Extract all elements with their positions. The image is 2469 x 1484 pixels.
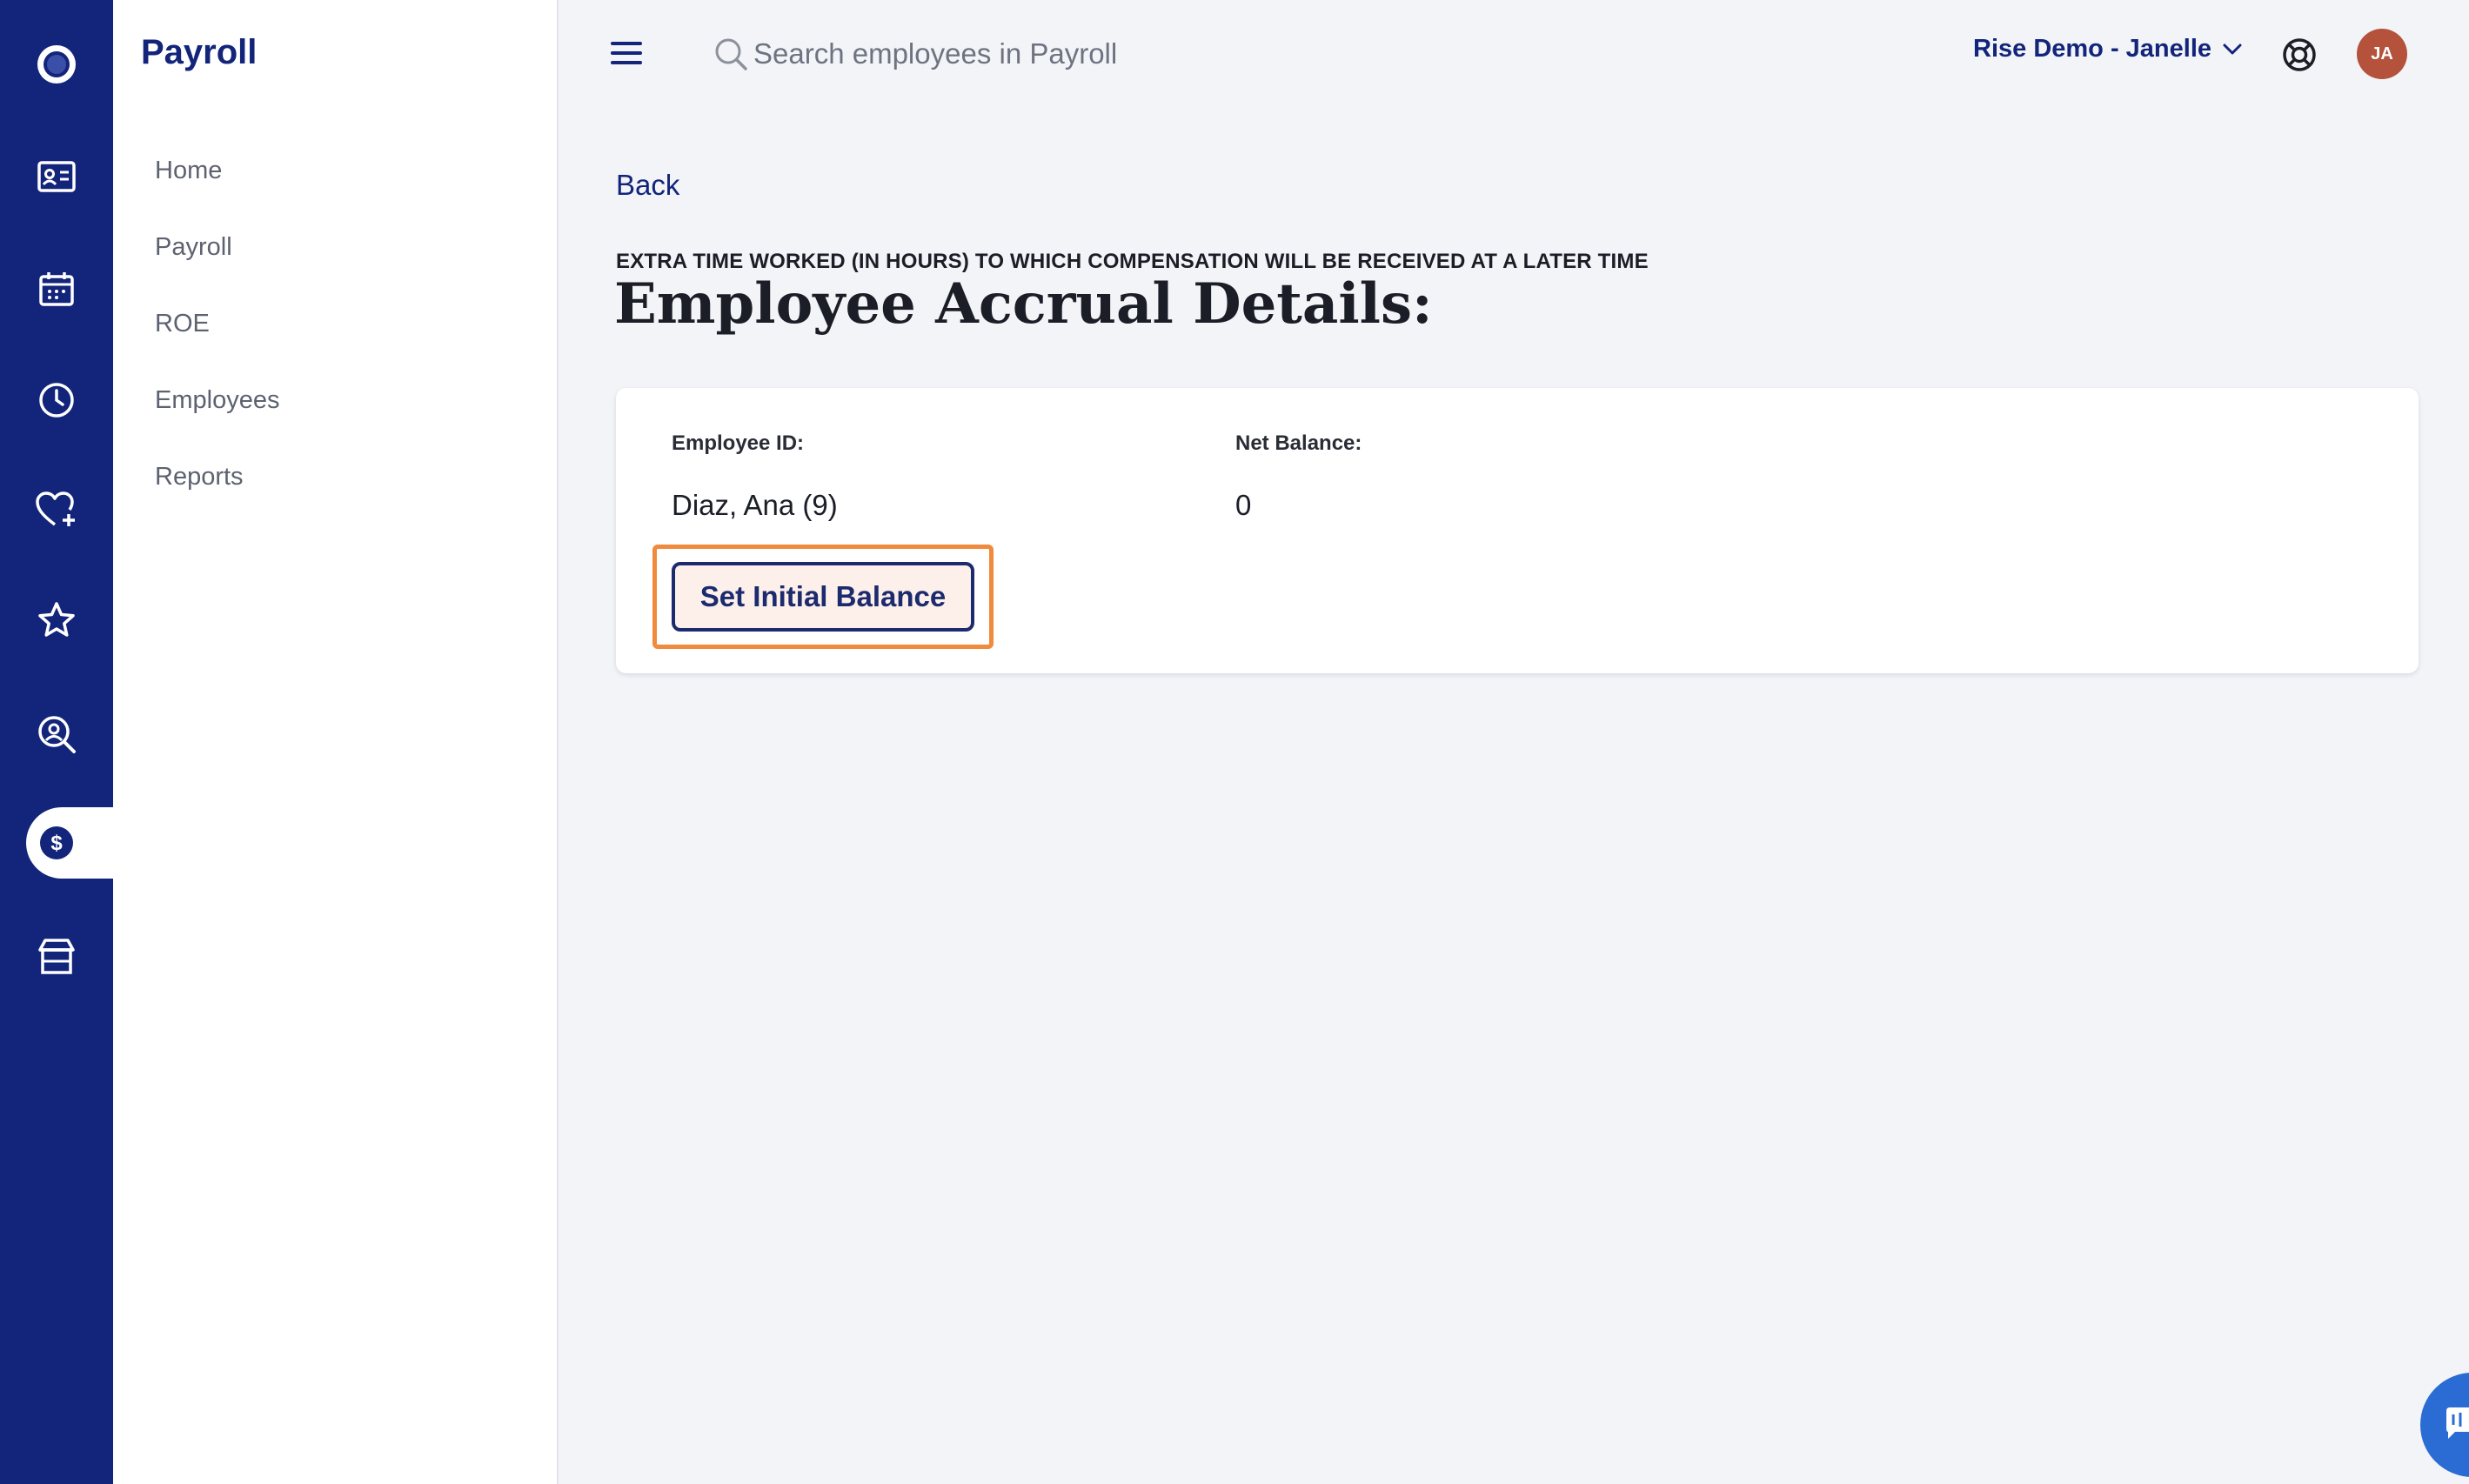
calendar-icon[interactable]	[30, 263, 83, 315]
page-overline: EXTRA TIME WORKED (IN HOURS) TO WHICH CO…	[616, 250, 1649, 273]
sidebar-title: Payroll	[141, 33, 258, 71]
back-link[interactable]: Back	[616, 169, 679, 202]
heart-plus-icon[interactable]	[30, 485, 83, 537]
hamburger-menu-icon[interactable]	[609, 38, 644, 68]
set-initial-balance-button[interactable]: Set Initial Balance	[672, 562, 974, 632]
star-icon[interactable]	[30, 594, 83, 646]
logo-icon[interactable]	[30, 38, 83, 90]
chevron-down-icon	[2222, 35, 2243, 64]
app-rail: $	[0, 0, 113, 1484]
shop-icon[interactable]	[30, 931, 83, 983]
chat-icon	[2443, 1406, 2469, 1445]
net-balance-label: Net Balance:	[1235, 431, 1362, 455]
page-title: Employee Accrual Details:	[614, 271, 1433, 337]
chat-button[interactable]	[2420, 1373, 2469, 1477]
id-card-icon[interactable]	[30, 150, 83, 203]
clock-icon[interactable]	[30, 374, 83, 426]
employee-id-value: Diaz, Ana (9)	[672, 489, 838, 521]
sidebar-item-reports[interactable]: Reports	[155, 463, 244, 491]
help-lifebuoy-icon[interactable]	[2281, 37, 2318, 73]
net-balance-value: 0	[1235, 489, 1252, 521]
sidebar-item-roe[interactable]: ROE	[155, 310, 210, 338]
search-input[interactable]	[753, 31, 1362, 77]
employee-id-label: Employee ID:	[672, 431, 805, 455]
sidebar-item-employees[interactable]: Employees	[155, 386, 279, 415]
dollar-icon[interactable]: $	[30, 817, 83, 869]
avatar[interactable]: JA	[2357, 29, 2407, 79]
sidebar: Payroll Home Payroll ROE Employees Repor…	[113, 0, 559, 1484]
search-icon	[713, 37, 748, 71]
svg-text:$: $	[50, 832, 63, 855]
account-switcher[interactable]: Rise Demo - Janelle	[1973, 35, 2243, 64]
sidebar-item-payroll[interactable]: Payroll	[155, 233, 232, 262]
sidebar-item-home[interactable]: Home	[155, 157, 222, 185]
accrual-details-card: Employee ID: Net Balance: Diaz, Ana (9) …	[616, 388, 2419, 673]
account-label: Rise Demo - Janelle	[1973, 35, 2211, 63]
person-search-icon[interactable]	[30, 708, 83, 760]
